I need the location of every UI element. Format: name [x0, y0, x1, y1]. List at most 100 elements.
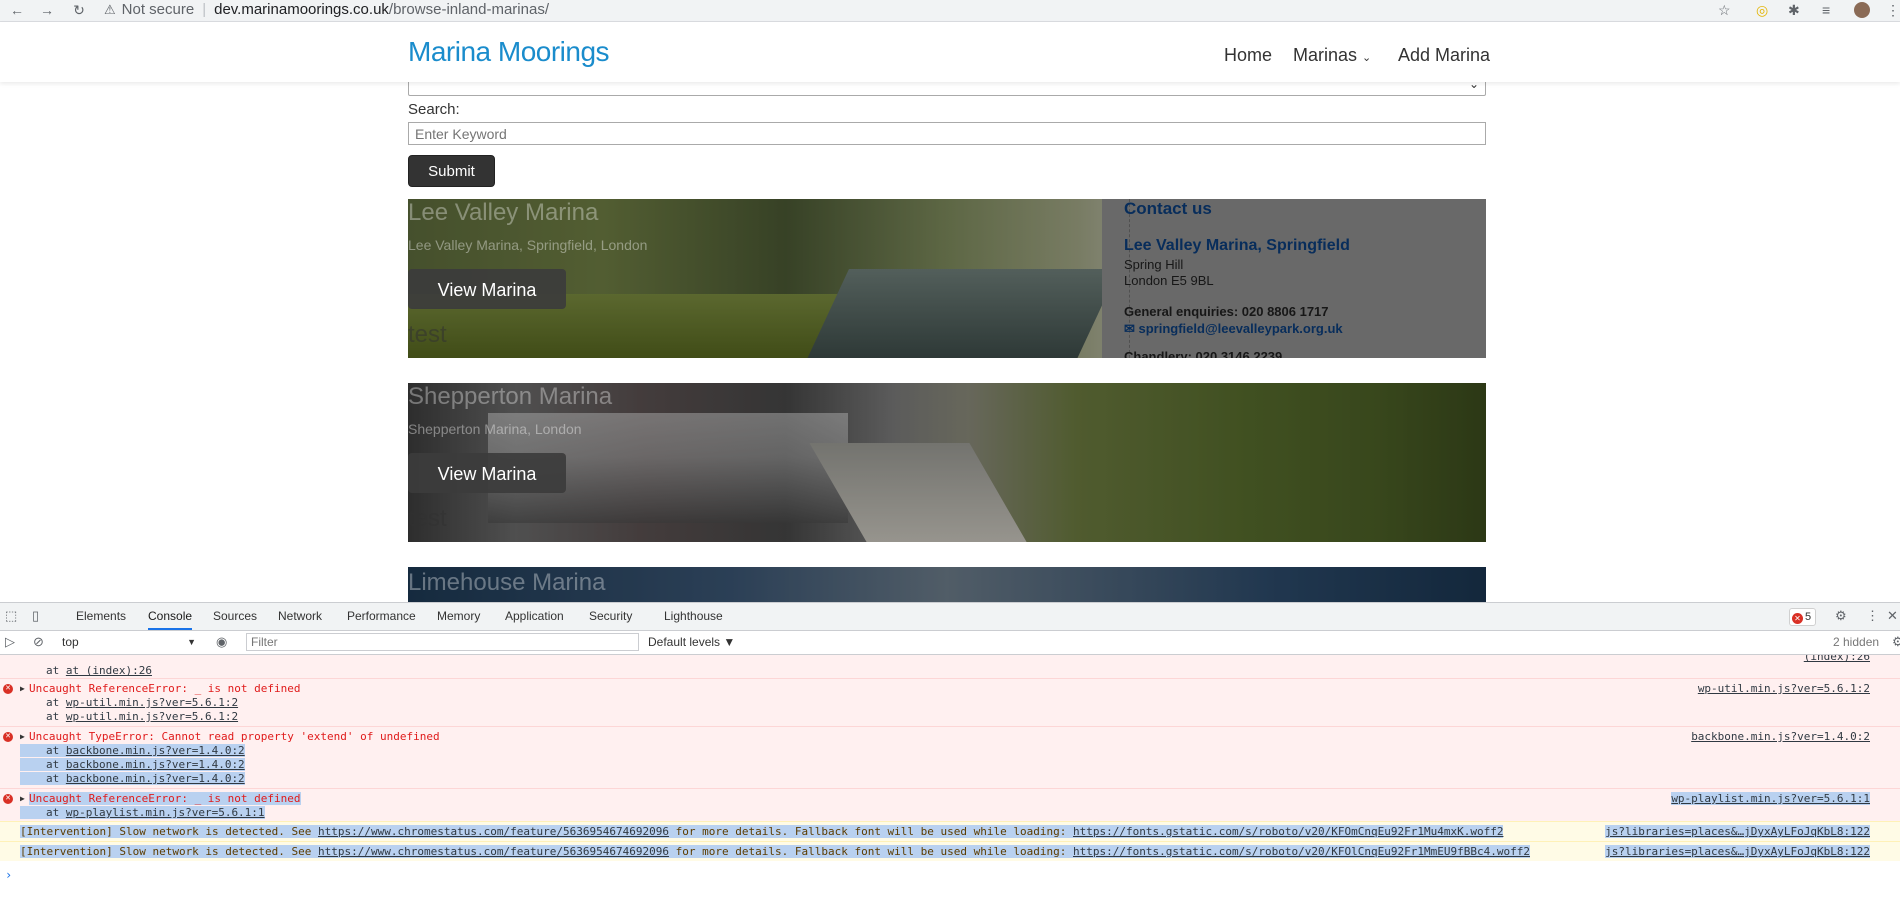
security-label: Not secure — [121, 1, 195, 18]
puzzle-icon[interactable]: ✱ — [1788, 1, 1800, 19]
expand-triangle-icon[interactable]: ▶ — [20, 794, 25, 803]
source-link[interactable]: js?libraries=places&…jDyxAyLFoJqKbL8:122 — [1605, 845, 1870, 858]
expand-triangle-icon[interactable]: ▶ — [20, 732, 25, 741]
error-text: Uncaught TypeError: Cannot read property… — [29, 730, 440, 743]
url-host: dev.marinamoorings.co.uk — [214, 1, 389, 18]
forward-icon[interactable]: → — [38, 1, 56, 19]
error-count-badge[interactable]: ✕ 5 — [1789, 608, 1817, 626]
device-toggle-icon[interactable]: ▯ — [32, 608, 39, 624]
search-label: Search: — [408, 101, 460, 118]
close-icon[interactable]: ✕ — [1887, 608, 1898, 624]
source-link[interactable]: wp-playlist.min.js?ver=5.6.1:1 — [1671, 792, 1870, 805]
sidebar-toggle-icon[interactable]: ▷ — [5, 634, 15, 650]
avatar[interactable] — [1854, 2, 1870, 18]
error-icon: ✕ — [1792, 613, 1803, 624]
error-text: Uncaught ReferenceError: _ is not define… — [29, 792, 301, 805]
nav-add-marina[interactable]: Add Marina — [1398, 45, 1490, 66]
devtools-tab-sources[interactable]: Sources — [213, 603, 257, 630]
reading-list-icon[interactable]: ≡ — [1822, 1, 1830, 19]
chevron-down-icon: ⌄ — [1468, 82, 1479, 91]
star-icon[interactable]: ☆ — [1718, 1, 1731, 19]
search-input[interactable] — [408, 122, 1486, 145]
clear-console-icon[interactable]: ⊘ — [33, 634, 44, 650]
source-link[interactable]: js?libraries=places&…jDyxAyLFoJqKbL8:122 — [1605, 825, 1870, 838]
devtools-tab-console[interactable]: Console — [148, 603, 193, 630]
expand-triangle-icon[interactable]: ▶ — [20, 684, 25, 693]
site-logo[interactable]: Marina Moorings — [408, 36, 610, 68]
console-output: at at (index):26 (index):26 ✕ ▶ Uncaught… — [0, 655, 1900, 907]
url-path: /browse-inland-marinas/ — [388, 1, 549, 18]
marina-title: Shepperton Marina — [408, 383, 613, 410]
view-marina-button[interactable]: View Marina — [408, 453, 566, 493]
marina-card: Limehouse Marina — [408, 567, 1486, 602]
stack-link[interactable]: at (index):26 — [66, 664, 152, 677]
devtools-tab-lighthouse[interactable]: Lighthouse — [664, 603, 723, 630]
more-options-icon[interactable]: ⋮ — [1866, 608, 1879, 624]
devtools-tabbar: ⬚ ▯ Elements Console Sources Network Per… — [0, 603, 1900, 631]
stack-link[interactable]: backbone.min.js?ver=1.4.0:2 — [66, 744, 245, 757]
chromestatus-link[interactable]: https://www.chromestatus.com/feature/563… — [318, 845, 669, 858]
error-text: Uncaught ReferenceError: _ is not define… — [29, 682, 301, 695]
console-warning-message[interactable]: [Intervention] Slow network is detected.… — [0, 841, 1900, 861]
reload-icon[interactable]: ↻ — [70, 1, 88, 19]
stack-link[interactable]: wp-util.min.js?ver=5.6.1:2 — [66, 696, 238, 709]
console-settings-gear-icon[interactable]: ⚙ — [1892, 634, 1900, 650]
settings-gear-icon[interactable]: ⚙ — [1835, 608, 1847, 624]
back-icon[interactable]: ← — [8, 1, 26, 19]
source-link[interactable]: backbone.min.js?ver=1.4.0:2 — [1691, 730, 1870, 743]
console-error-message[interactable]: ✕ ▶ Uncaught TypeError: Cannot read prop… — [0, 726, 1900, 788]
devtools-tab-elements[interactable]: Elements — [76, 603, 126, 630]
site-header: Marina Moorings Home Marinas ⌄ Add Marin… — [0, 22, 1900, 82]
address-bar[interactable]: ⚠ Not secure | dev.marinamoorings.co.uk/bro… — [104, 0, 1719, 20]
hidden-count: 2 hidden — [1833, 635, 1880, 649]
inspect-icon[interactable]: ⬚ — [5, 608, 17, 624]
dropdown-arrow-icon: ▼ — [187, 637, 196, 647]
log-levels-dropdown[interactable]: Default levels ▼ — [648, 635, 735, 649]
browser-toolbar: ← → ↻ ⚠ Not secure | dev.marinamoorings.co.… — [0, 0, 1900, 22]
source-link[interactable]: wp-util.min.js?ver=5.6.1:2 — [1698, 682, 1870, 695]
error-count: 5 — [1805, 611, 1812, 623]
nav-marinas[interactable]: Marinas ⌄ — [1293, 45, 1371, 66]
menu-icon[interactable]: ⋮ — [1886, 1, 1900, 19]
marina-tag: test — [408, 321, 447, 348]
view-marina-button[interactable]: View Marina — [408, 269, 566, 309]
marina-card: Contact us Lee Valley Marina, Springfiel… — [408, 199, 1486, 358]
marina-subtitle: Lee Valley Marina, Springfield, London — [408, 237, 648, 253]
submit-button[interactable]: Submit — [408, 155, 495, 187]
console-error-message[interactable]: ✕ ▶ Uncaught ReferenceError: _ is not de… — [0, 678, 1900, 726]
stack-link[interactable]: backbone.min.js?ver=1.4.0:2 — [66, 772, 245, 785]
devtools-tab-application[interactable]: Application — [505, 603, 564, 630]
chromestatus-link[interactable]: https://www.chromestatus.com/feature/563… — [318, 825, 669, 838]
devtools-tab-memory[interactable]: Memory — [437, 603, 480, 630]
error-icon: ✕ — [3, 732, 13, 742]
stack-link[interactable]: wp-playlist.min.js?ver=5.6.1:1 — [66, 806, 265, 819]
main-content: ⌄ Search: Submit Contact us Lee Valley M… — [0, 82, 1900, 602]
console-toolbar: ▷ ⊘ top ▼ ◉ Default levels ▼ 2 hidden ⚙ — [0, 631, 1900, 655]
nav-home[interactable]: Home — [1224, 45, 1272, 66]
nav-marinas-label: Marinas — [1293, 45, 1358, 65]
devtools-tab-security[interactable]: Security — [589, 603, 632, 630]
eye-icon[interactable]: ◉ — [216, 634, 227, 650]
devtools-panel: ⬚ ▯ Elements Console Sources Network Per… — [0, 602, 1900, 907]
console-warning-message[interactable]: [Intervention] Slow network is detected.… — [0, 821, 1900, 841]
marina-card: Shepperton Marina Shepperton Marina, Lon… — [408, 383, 1486, 542]
console-prompt-icon[interactable]: › — [5, 868, 12, 882]
extension-circle-icon[interactable]: ◎ — [1756, 1, 1768, 19]
marina-subtitle: Shepperton Marina, London — [408, 421, 582, 437]
filter-select[interactable]: ⌄ — [408, 82, 1486, 96]
font-link[interactable]: https://fonts.gstatic.com/s/roboto/v20/K… — [1073, 845, 1530, 858]
stack-link[interactable]: wp-util.min.js?ver=5.6.1:2 — [66, 710, 238, 723]
stack-link[interactable]: backbone.min.js?ver=1.4.0:2 — [66, 758, 245, 771]
source-link[interactable]: (index):26 — [1804, 655, 1870, 663]
context-select[interactable]: top ▼ — [62, 634, 196, 650]
warning-icon: ⚠ — [104, 2, 116, 17]
font-link[interactable]: https://fonts.gstatic.com/s/roboto/v20/K… — [1073, 825, 1503, 838]
marina-title: Lee Valley Marina — [408, 199, 599, 226]
console-error-message[interactable]: at at (index):26 (index):26 — [0, 655, 1900, 678]
console-filter-input[interactable] — [246, 633, 639, 651]
console-error-message[interactable]: ✕ ▶ Uncaught ReferenceError: _ is not de… — [0, 788, 1900, 821]
chevron-down-icon: ⌄ — [1362, 52, 1372, 64]
devtools-tab-performance[interactable]: Performance — [347, 603, 416, 630]
devtools-tab-network[interactable]: Network — [278, 603, 322, 630]
marina-title: Limehouse Marina — [408, 569, 606, 596]
